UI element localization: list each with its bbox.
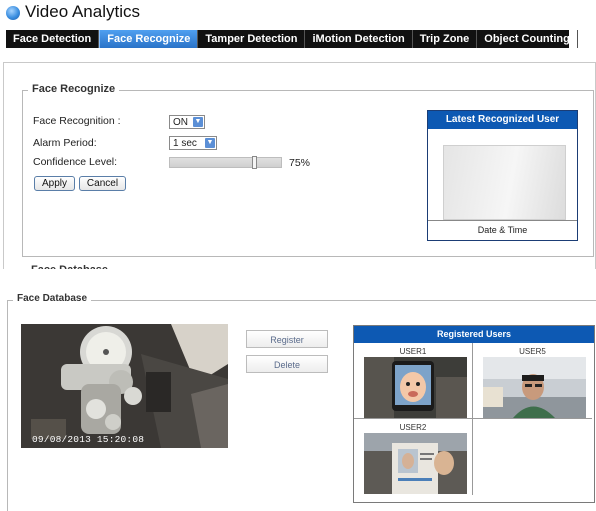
- register-button[interactable]: Register: [246, 330, 328, 348]
- user-card-user2[interactable]: USER2: [354, 419, 473, 495]
- registered-users-panel: Registered Users USER1 USER5 USER2: [353, 325, 595, 503]
- face-database-legend: Face Database: [13, 293, 92, 304]
- delete-button[interactable]: Delete: [246, 355, 328, 373]
- camera-scene-image: [21, 324, 228, 448]
- confidence-slider-thumb[interactable]: [251, 156, 257, 169]
- face-database-cut-label: Face Database: [31, 264, 108, 269]
- face-recognition-value: ON: [173, 117, 188, 128]
- video-timestamp: 09/08/2013 15:20:08: [32, 434, 145, 445]
- latest-recognized-user-panel: Latest Recognized User Date & Time: [427, 110, 578, 241]
- alarm-period-label: Alarm Period:: [33, 137, 97, 149]
- tab-tamper-detection[interactable]: Tamper Detection: [198, 30, 306, 48]
- apply-button[interactable]: Apply: [34, 176, 75, 191]
- app-title: Video Analytics: [25, 2, 140, 21]
- date-time-label: Date & Time: [428, 220, 577, 240]
- alarm-period-value: 1 sec: [173, 138, 197, 149]
- user-name: USER5: [519, 347, 546, 356]
- globe-logo-icon: [6, 6, 20, 20]
- latest-user-image: [443, 145, 566, 220]
- tab-imotion-detection[interactable]: iMotion Detection: [305, 30, 413, 48]
- user-name: USER1: [399, 347, 427, 356]
- user-card-user5[interactable]: USER5: [473, 343, 592, 419]
- user5-thumbnail: [483, 357, 586, 418]
- tab-bar: Face Detection Face Recognize Tamper Det…: [6, 30, 578, 48]
- user1-thumbnail: [364, 357, 467, 418]
- tab-object-counting[interactable]: Object Counting: [477, 30, 578, 48]
- tab-face-recognize[interactable]: Face Recognize: [99, 30, 199, 48]
- live-video-feed: 09/08/2013 15:20:08: [21, 324, 228, 448]
- user-name: USER2: [399, 423, 427, 432]
- tab-trip-zone[interactable]: Trip Zone: [413, 30, 478, 48]
- chevron-down-icon: ▼: [193, 117, 203, 127]
- app-header: Video Analytics: [0, 0, 596, 28]
- latest-recognized-user-title: Latest Recognized User: [428, 111, 577, 129]
- alarm-period-select[interactable]: 1 sec ▼: [169, 136, 217, 150]
- cancel-button[interactable]: Cancel: [79, 176, 126, 191]
- user2-thumbnail: [364, 433, 467, 494]
- confidence-level-label: Confidence Level:: [33, 156, 118, 168]
- tab-face-detection[interactable]: Face Detection: [6, 30, 100, 48]
- face-recognition-label: Face Recognition :: [33, 115, 121, 127]
- confidence-slider-track[interactable]: [169, 157, 282, 168]
- confidence-value: 75%: [289, 157, 311, 169]
- face-recognition-select[interactable]: ON ▼: [169, 115, 205, 129]
- user-card-user1[interactable]: USER1: [354, 343, 473, 419]
- registered-users-title: Registered Users: [354, 326, 594, 343]
- face-recognize-legend: Face Recognize: [28, 83, 120, 95]
- chevron-down-icon: ▼: [205, 138, 215, 148]
